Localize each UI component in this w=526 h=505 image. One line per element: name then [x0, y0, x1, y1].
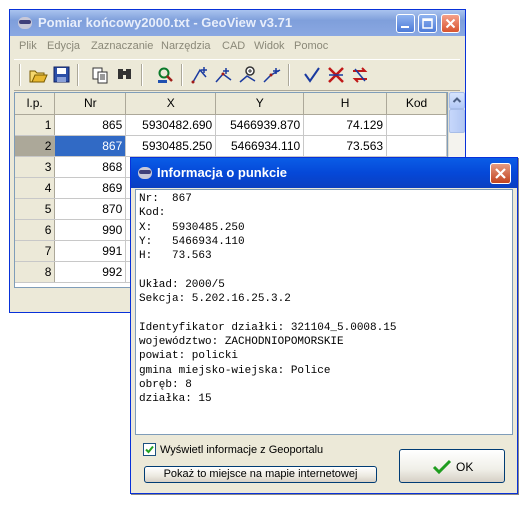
table-row[interactable]: 1 865 5930482.690 5466939.870 74.129: [15, 114, 447, 136]
cell-nr[interactable]: 865: [54, 114, 127, 136]
info-line-blank: [139, 306, 512, 320]
cell-y[interactable]: 5466934.110: [215, 135, 305, 157]
dialog-title: Informacja o punkcie: [157, 165, 288, 180]
dialog-titlebar[interactable]: Informacja o punkcie: [131, 158, 517, 188]
row-number: 6: [15, 219, 56, 241]
main-window-title: Pomiar końcowy2000.txt - GeoView v3.71: [38, 15, 293, 30]
menubar: Plik Edycja Zaznaczanie Narzędzia CAD Wi…: [10, 36, 465, 56]
row-number: 3: [15, 156, 56, 178]
main-titlebar[interactable]: Pomiar końcowy2000.txt - GeoView v3.71: [10, 10, 465, 36]
info-line-y: Y: 5466934.110: [139, 235, 245, 248]
checkmark-icon: [432, 459, 452, 475]
toolbar-separator: [181, 64, 183, 86]
info-line-kod: Kod:: [139, 207, 166, 220]
column-header-nr[interactable]: Nr: [54, 93, 127, 115]
point-info-dialog: Informacja o punkcie Nr: 867 Kod: X: 593…: [130, 157, 518, 494]
row-number: 4: [15, 177, 56, 199]
menu-plik[interactable]: Plik: [19, 40, 37, 52]
column-header-lp[interactable]: l.p.: [15, 93, 56, 115]
zoom-point-icon[interactable]: [238, 65, 258, 85]
dialog-close-button[interactable]: [490, 163, 511, 184]
row-number: 8: [15, 261, 56, 283]
point-edit-icon[interactable]: [262, 65, 282, 85]
info-line-blank: [139, 263, 512, 277]
check-icon[interactable]: [302, 65, 322, 85]
locate-icon[interactable]: [155, 65, 175, 85]
show-on-map-button[interactable]: Pokaż to miejsce na mapie internetowej: [144, 466, 377, 483]
cell-h[interactable]: 74.129: [303, 114, 388, 136]
info-line-powiat: powiat: policki: [139, 350, 239, 363]
row-number: 7: [15, 240, 56, 262]
cell-nr[interactable]: 869: [54, 177, 127, 199]
point-move-icon[interactable]: [214, 65, 234, 85]
geoportal-checkbox[interactable]: [143, 443, 156, 456]
ok-button[interactable]: OK: [399, 449, 505, 483]
open-icon[interactable]: [28, 65, 48, 85]
grid-header-row: l.p. Nr X Y H Kod: [15, 93, 447, 115]
cell-kod[interactable]: [386, 135, 447, 157]
info-line-nr: Nr: 867: [139, 193, 192, 205]
info-line-id-dzialki: Identyfikator działki: 321104_5.0008.15: [139, 321, 397, 334]
delete-icon[interactable]: [326, 65, 346, 85]
cell-nr[interactable]: 867: [54, 135, 127, 157]
info-line-dzialka: działka: 15: [139, 393, 212, 406]
menu-narzedzia[interactable]: Narzędzia: [161, 40, 211, 52]
menu-cad[interactable]: CAD: [222, 40, 245, 52]
point-info-text[interactable]: Nr: 867 Kod: X: 5930485.250 Y: 5466934.1…: [135, 189, 513, 435]
column-header-h[interactable]: H: [303, 93, 388, 115]
cell-nr[interactable]: 990: [54, 219, 127, 241]
column-header-y[interactable]: Y: [215, 93, 305, 115]
info-line-sekcja: Sekcja: 5.202.16.25.3.2: [139, 293, 291, 306]
toolbar-separator: [77, 64, 79, 86]
scroll-up-icon[interactable]: [449, 92, 465, 109]
find-icon[interactable]: [115, 65, 135, 85]
geoportal-checkbox-label[interactable]: Wyświetl informacje z Geoportalu: [160, 444, 323, 456]
cell-nr[interactable]: 991: [54, 240, 127, 262]
dialog-app-icon: [137, 165, 153, 181]
row-number: 2: [15, 135, 56, 157]
menu-widok[interactable]: Widok: [254, 40, 285, 52]
ok-button-label: OK: [456, 460, 474, 474]
info-line-h: H: 73.563: [139, 250, 212, 263]
cell-kod[interactable]: [386, 114, 447, 136]
menu-edycja[interactable]: Edycja: [47, 40, 80, 52]
menu-pomoc[interactable]: Pomoc: [294, 40, 328, 52]
cell-y[interactable]: 5466939.870: [215, 114, 305, 136]
cell-nr[interactable]: 870: [54, 198, 127, 220]
menu-zaznaczanie[interactable]: Zaznaczanie: [91, 40, 153, 52]
cell-x[interactable]: 5930485.250: [125, 135, 217, 157]
row-number: 1: [15, 114, 56, 136]
toolbar: [14, 59, 460, 91]
info-line-wojewodztwo: województwo: ZACHODNIOPOMORSKIE: [139, 335, 344, 348]
column-header-kod[interactable]: Kod: [386, 93, 447, 115]
info-line-gmina: gmina miejsko-wiejska: Police: [139, 364, 331, 377]
column-header-x[interactable]: X: [125, 93, 217, 115]
point-add-icon[interactable]: [190, 65, 210, 85]
dialog-footer: Wyświetl informacje z Geoportalu Pokaż t…: [135, 437, 513, 491]
toolbar-separator: [19, 64, 21, 86]
app-icon: [17, 15, 33, 31]
scroll-thumb[interactable]: [449, 109, 465, 133]
minimize-button[interactable]: [396, 14, 415, 33]
info-line-x: X: 5930485.250: [139, 221, 245, 234]
cell-x[interactable]: 5930482.690: [125, 114, 217, 136]
info-line-obreb: obręb: 8: [139, 378, 192, 391]
maximize-button[interactable]: [418, 14, 437, 33]
swap-icon[interactable]: [350, 65, 370, 85]
copy-icon[interactable]: [91, 65, 111, 85]
toolbar-separator: [288, 64, 290, 86]
toolbar-separator: [141, 64, 143, 86]
row-number: 5: [15, 198, 56, 220]
cell-h[interactable]: 73.563: [303, 135, 388, 157]
table-row-selected[interactable]: 2 867 5930485.250 5466934.110 73.563: [15, 135, 447, 157]
cell-nr[interactable]: 992: [54, 261, 127, 283]
info-line-uklad: Układ: 2000/5: [139, 278, 225, 291]
close-button[interactable]: [441, 14, 460, 33]
save-icon[interactable]: [52, 65, 72, 85]
cell-nr[interactable]: 868: [54, 156, 127, 178]
